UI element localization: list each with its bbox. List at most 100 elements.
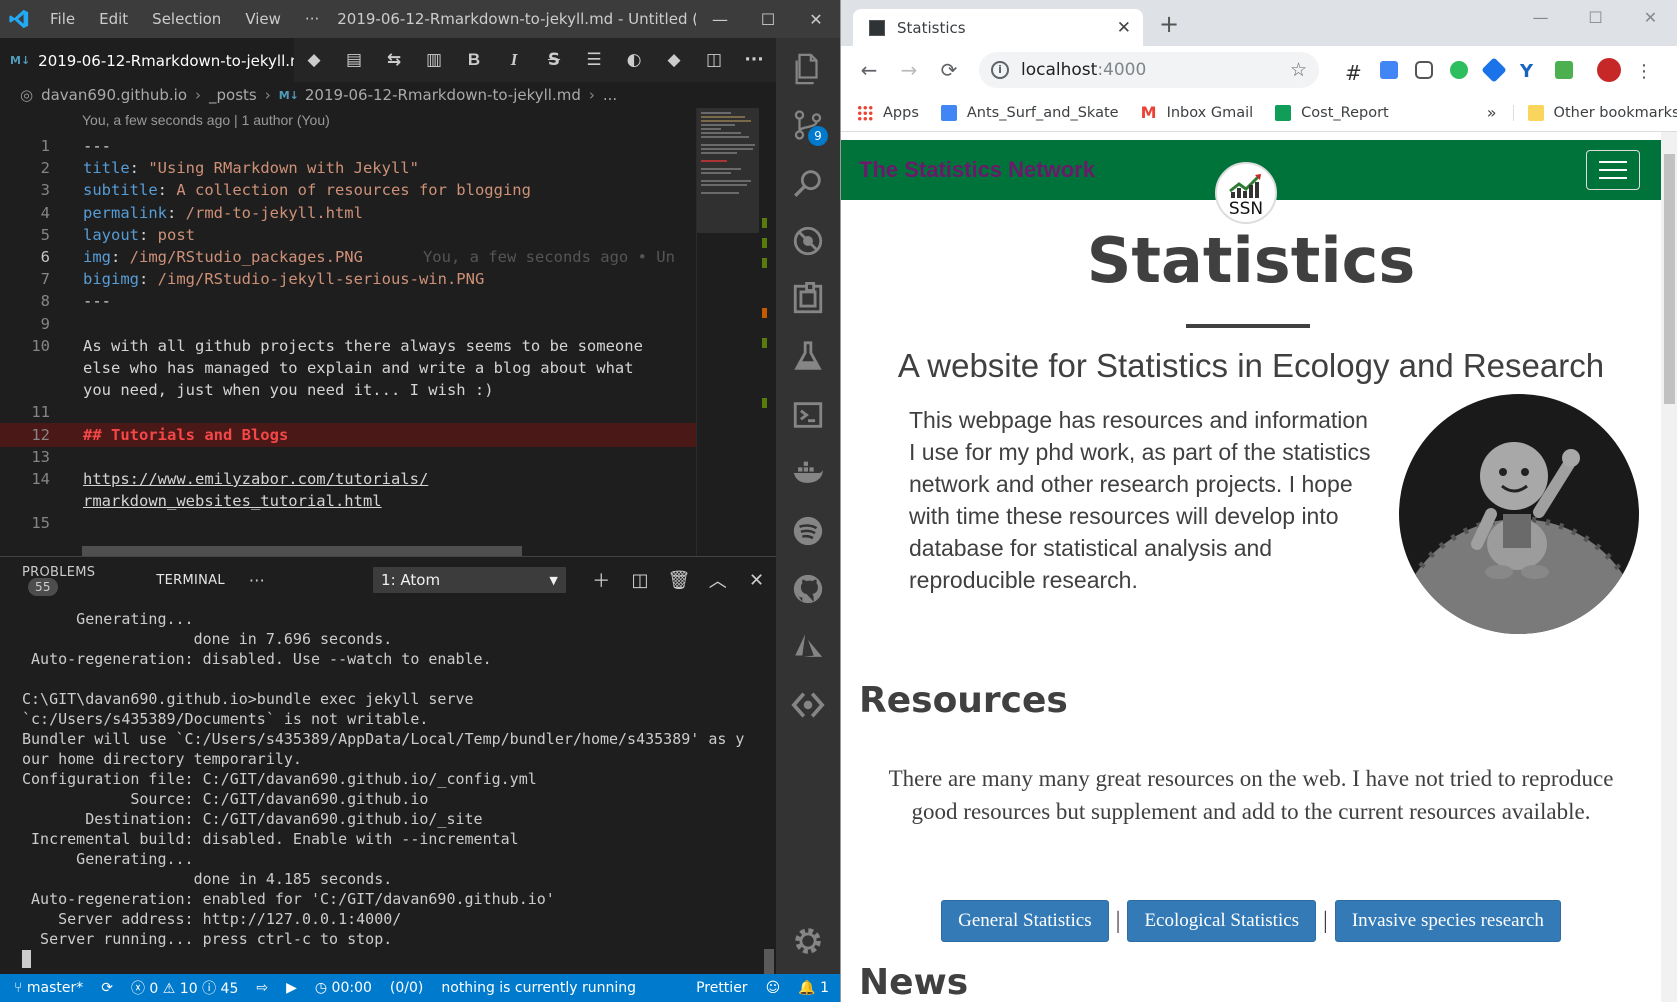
- preview-side-icon[interactable]: ▥: [414, 50, 454, 70]
- code-line[interactable]: rmarkdown_websites_tutorial.html: [0, 489, 696, 513]
- terminal-select[interactable]: 1: Atom ▼: [373, 567, 566, 593]
- extension-icon[interactable]: [1481, 57, 1507, 83]
- github-icon[interactable]: [776, 558, 840, 620]
- maximize-panel-icon[interactable]: ︿: [698, 567, 737, 593]
- code-line[interactable]: 13: [0, 445, 696, 469]
- docker-icon[interactable]: [776, 442, 840, 504]
- close-tab-icon[interactable]: ✕: [1117, 18, 1131, 38]
- open-preview-icon[interactable]: ▤: [334, 50, 374, 70]
- git-changes-icon[interactable]: ⇆: [374, 50, 414, 70]
- tab-terminal[interactable]: TERMINAL: [156, 573, 225, 588]
- new-tab-icon[interactable]: +: [1159, 10, 1179, 38]
- code-editor[interactable]: You, a few seconds ago | 1 author (You) …: [0, 108, 696, 556]
- chrome-menu-icon[interactable]: ⋮: [1635, 61, 1653, 82]
- site-info-icon[interactable]: i: [991, 61, 1009, 79]
- maximize-icon[interactable]: ☐: [1568, 8, 1623, 27]
- page-scrollbar-thumb[interactable]: [1664, 154, 1675, 404]
- trash-icon[interactable]: 🗑: [659, 570, 698, 591]
- problems-summary[interactable]: ⓧ 0 ⚠ 10 ⓘ 45: [131, 978, 238, 998]
- back-icon[interactable]: ←: [849, 58, 889, 82]
- menu-more[interactable]: ···: [293, 10, 331, 28]
- code-line[interactable]: 7 bigimg: /img/RStudio-jekyll-serious-win…: [0, 267, 696, 291]
- git-branch[interactable]: ⑂ master*: [14, 980, 83, 996]
- site-brand[interactable]: The Statistics Network: [859, 157, 1095, 183]
- y-extension-icon[interactable]: Y: [1520, 61, 1538, 82]
- page-scrollbar[interactable]: [1661, 132, 1677, 1002]
- profile-avatar[interactable]: [1597, 58, 1621, 82]
- code-line[interactable]: 4 permalink: /rmd-to-jekyll.html: [0, 201, 696, 225]
- task-status[interactable]: nothing is currently running: [441, 980, 636, 996]
- timer[interactable]: ◷ 00:00: [315, 980, 372, 996]
- split-editor-icon[interactable]: ◫: [694, 50, 734, 70]
- azure-icon[interactable]: [776, 616, 840, 678]
- breadcrumb-folder[interactable]: _posts: [209, 86, 257, 104]
- task-count[interactable]: (0/0): [390, 980, 423, 996]
- code-line[interactable]: 14 https://www.emilyzabor.com/tutorials/: [0, 467, 696, 491]
- green-extension-icon[interactable]: [1555, 61, 1573, 79]
- site-logo-avatar[interactable]: SSN: [1215, 162, 1277, 224]
- code-line[interactable]: 3 subtitle: A collection of resources for…: [0, 178, 696, 202]
- code-line[interactable]: 6 img: /img/RStudio_packages.PNG You, a fe…: [0, 245, 696, 269]
- code-line[interactable]: 2 title: "Using RMarkdown with Jekyll": [0, 156, 696, 180]
- explorer-icon[interactable]: [776, 38, 840, 100]
- bookmark-star-icon[interactable]: ☆: [1290, 59, 1307, 81]
- ecological-statistics-button[interactable]: Ecological Statistics: [1127, 900, 1317, 942]
- bold-icon[interactable]: B: [454, 50, 494, 70]
- bookmark-ants-surf[interactable]: Ants_Surf_and_Skate: [940, 104, 1119, 121]
- general-statistics-button[interactable]: General Statistics: [941, 900, 1109, 942]
- prettier-status[interactable]: Prettier: [696, 980, 748, 996]
- bookmark-inbox-gmail[interactable]: M Inbox Gmail: [1141, 104, 1254, 121]
- bookmark-cost-report[interactable]: Cost_Report: [1275, 104, 1389, 121]
- extensions-icon[interactable]: [776, 268, 840, 330]
- address-bar[interactable]: i localhost:4000 ☆: [979, 52, 1319, 88]
- close-window-icon[interactable]: ✕: [1623, 8, 1677, 27]
- code-line[interactable]: 9: [0, 312, 696, 336]
- bookmark-apps[interactable]: Apps: [857, 104, 919, 121]
- menu-view[interactable]: View: [233, 10, 293, 28]
- italic-icon[interactable]: I: [494, 50, 534, 70]
- maximize-icon[interactable]: ☐: [744, 10, 792, 29]
- code-line[interactable]: you need, just when you need it... I wis…: [0, 378, 696, 402]
- strikethrough-icon[interactable]: S: [534, 50, 574, 70]
- menu-file[interactable]: File: [38, 10, 87, 28]
- split-terminal-icon[interactable]: ◫: [621, 570, 660, 591]
- git-compare-icon[interactable]: ◆: [294, 50, 334, 70]
- editor-overview-ruler[interactable]: [758, 108, 776, 556]
- bookmarks-overflow[interactable]: »: [1487, 103, 1497, 122]
- hashtag-extension-icon[interactable]: #: [1345, 61, 1363, 85]
- tab-problems[interactable]: PROBLEMS 55: [22, 565, 132, 596]
- live-share-icon[interactable]: [776, 674, 840, 736]
- debug-icon[interactable]: [776, 210, 840, 272]
- code-line[interactable]: 8 ---: [0, 289, 696, 313]
- terminal-scrollbar[interactable]: [764, 949, 774, 975]
- menu-edit[interactable]: Edit: [87, 10, 140, 28]
- minimize-icon[interactable]: —: [1513, 8, 1568, 27]
- breadcrumb-more[interactable]: ...: [603, 86, 617, 104]
- source-control-icon[interactable]: 9: [776, 94, 840, 156]
- feedback-smiley-icon[interactable]: ☺: [766, 980, 781, 996]
- menu-selection[interactable]: Selection: [140, 10, 233, 28]
- other-bookmarks[interactable]: Other bookmarks: [1512, 104, 1677, 121]
- browser-tab[interactable]: Statistics ✕: [853, 9, 1143, 46]
- list-icon[interactable]: ☰: [574, 50, 614, 70]
- code-line[interactable]: 15: [0, 511, 696, 535]
- settings-gear-icon[interactable]: [776, 910, 840, 972]
- horizontal-scrollbar[interactable]: [82, 546, 522, 556]
- minimize-icon[interactable]: —: [696, 10, 744, 29]
- more-actions-icon[interactable]: ···: [734, 50, 774, 70]
- pocket-extension-icon[interactable]: [1415, 61, 1433, 79]
- docs-extension-icon[interactable]: [1380, 61, 1398, 79]
- run-icon[interactable]: ▶: [286, 980, 297, 996]
- code-line[interactable]: 5 layout: post: [0, 223, 696, 247]
- search-icon[interactable]: [776, 152, 840, 214]
- reload-icon[interactable]: ⟳: [929, 58, 969, 82]
- remote-terminal-icon[interactable]: [776, 384, 840, 446]
- close-panel-icon[interactable]: ✕: [737, 570, 776, 591]
- forward-icon[interactable]: →: [889, 58, 929, 82]
- liveshare-status-icon[interactable]: ⇨: [256, 980, 268, 996]
- sync-icon[interactable]: ⟳: [101, 980, 113, 996]
- hamburger-menu-icon[interactable]: [1586, 150, 1640, 190]
- toggle-icon[interactable]: ◐: [614, 50, 654, 70]
- git-lens-icon[interactable]: ◆: [654, 50, 694, 70]
- codelens-author[interactable]: You, a few seconds ago | 1 author (You): [82, 112, 330, 128]
